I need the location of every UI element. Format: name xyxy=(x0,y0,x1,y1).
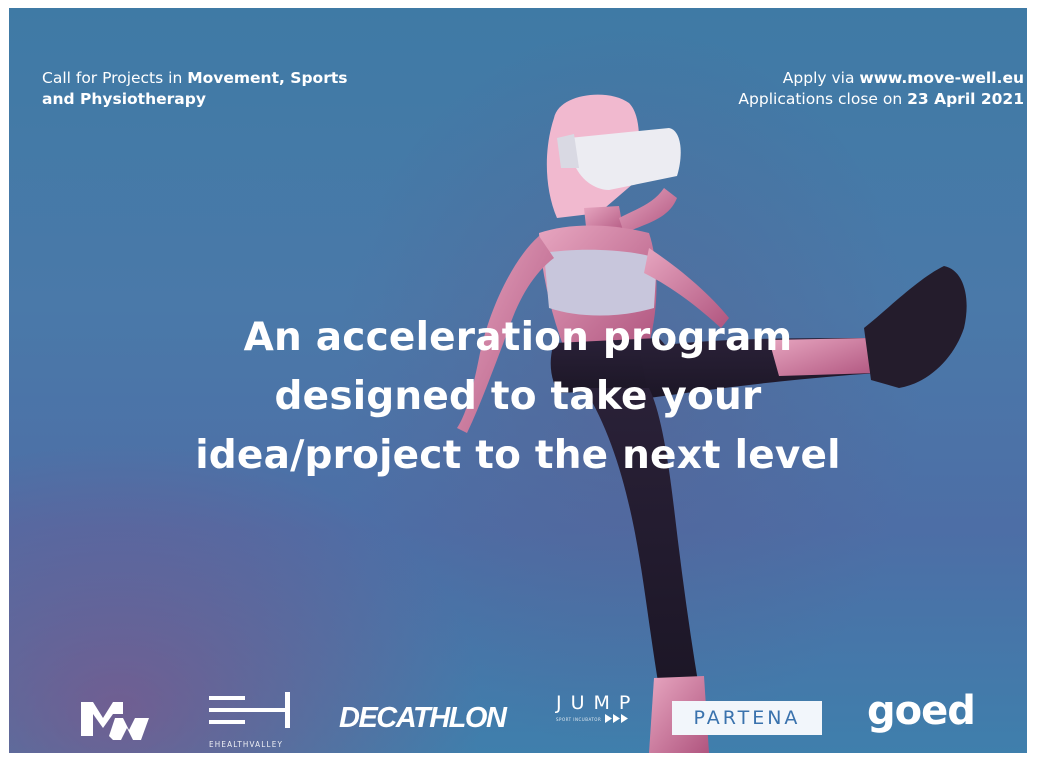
decathlon-logo: DECATHLON xyxy=(339,702,507,734)
jump-logo-text: JUMP xyxy=(556,692,640,714)
headline-line-3: idea/project to the next level xyxy=(195,433,841,478)
apply-prefix: Apply via xyxy=(782,69,860,87)
apply-info: Apply via www.move-well.eu Applications … xyxy=(738,68,1024,110)
partner-logos: EHEALTHVALLEY DECATHLON JUMP SPORT INCUB… xyxy=(9,678,1027,749)
call-topic-2: and Physiotherapy xyxy=(42,90,206,108)
headline: An acceleration program designed to take… xyxy=(9,308,1027,485)
ehealthvalley-caption: EHEALTHVALLEY xyxy=(209,740,284,749)
deadline-date: 23 April 2021 xyxy=(907,90,1024,108)
apply-url-link[interactable]: www.move-well.eu xyxy=(859,69,1024,87)
triple-arrow-icon xyxy=(605,714,629,723)
headline-line-2: designed to take your xyxy=(274,374,762,419)
promo-banner: Call for Projects in Movement, Sports an… xyxy=(9,8,1027,753)
headline-line-1: An acceleration program xyxy=(243,315,793,360)
call-prefix: Call for Projects in xyxy=(42,69,188,87)
call-for-projects-text: Call for Projects in Movement, Sports an… xyxy=(42,68,347,110)
partena-logo: PARTENA xyxy=(672,701,822,735)
jump-logo: JUMP SPORT INCUBATOR xyxy=(556,692,646,723)
deadline-prefix: Applications close on xyxy=(738,90,908,108)
goed-logo: goed xyxy=(867,688,976,734)
call-topic-1: Movement, Sports xyxy=(187,69,348,87)
mw-logo-icon xyxy=(81,702,149,740)
ehealthvalley-logo-icon xyxy=(209,692,290,728)
jump-logo-subtitle: SPORT INCUBATOR xyxy=(556,717,602,722)
